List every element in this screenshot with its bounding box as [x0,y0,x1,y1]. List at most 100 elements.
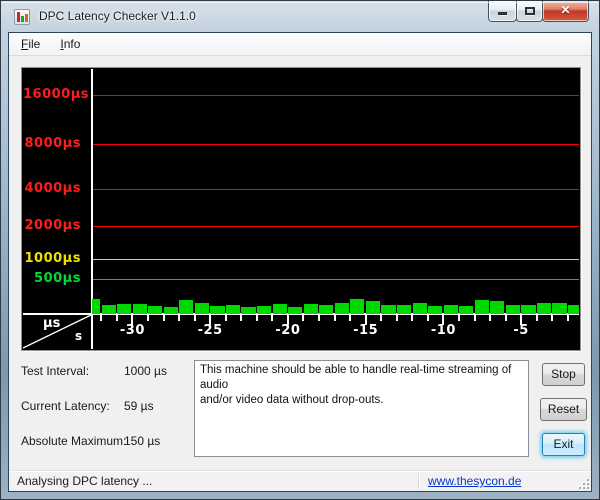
latency-bar [226,305,240,314]
latency-bar [195,303,209,314]
stop-button[interactable]: Stop [542,363,585,386]
x-minor-tick [225,315,227,321]
menu-bar: FileInfo [9,33,591,56]
latency-bar [506,305,520,314]
x-minor-tick [194,315,196,321]
stat-label-1: Current Latency: [21,399,110,413]
x-tick-label: -20 [268,323,308,338]
x-minor-tick [505,315,507,321]
x-minor-tick [147,315,149,321]
threshold-line-2000 [92,226,579,227]
x-minor-tick [489,315,491,321]
latency-bar [241,307,255,314]
latency-bar [537,303,551,314]
latency-bar [164,307,178,314]
window-frame: DPC Latency Checker V1.1.0 ✕ FileInfo 16… [0,0,600,500]
latency-bar [475,300,489,314]
latency-bar [568,305,579,314]
threshold-line-4000 [92,189,579,190]
latency-bar [381,305,395,314]
threshold-label-8000: 8000µs [23,136,81,151]
x-minor-tick [334,315,336,321]
close-icon: ✕ [543,3,588,17]
menu-item-file[interactable]: File [13,33,48,55]
latency-bar [92,299,100,314]
latency-bar [319,305,333,314]
minimize-icon [498,12,507,15]
x-minor-tick [380,315,382,321]
latency-bar [133,304,147,314]
threshold-line-1000 [92,259,579,260]
menu-item-info[interactable]: Info [52,33,88,55]
status-separator [418,473,419,489]
analysis-info-box[interactable]: This machine should be able to handle re… [194,360,529,457]
info-text-line: and/or video data without drop-outs. [200,393,523,408]
x-minor-tick [240,315,242,321]
latency-bar [397,305,411,314]
latency-bar [179,300,193,314]
threshold-label-16000: 16000µs [23,87,81,102]
x-minor-tick [163,315,165,321]
title-bar[interactable]: DPC Latency Checker V1.1.0 ✕ [1,1,599,32]
threshold-line-8000 [92,144,579,145]
app-icon [14,9,30,25]
x-minor-tick [396,315,398,321]
exit-button[interactable]: Exit [542,433,585,456]
latency-bar [490,301,504,314]
x-minor-tick [318,315,320,321]
status-bar: Analysing DPC latency ... www.thesycon.d… [9,470,591,491]
stat-value-2: 150 µs [124,434,160,448]
stat-label-0: Test Interval: [21,364,89,378]
latency-bar [459,306,473,314]
latency-bar [350,299,364,314]
x-minor-tick [536,315,538,321]
latency-bar [273,304,287,314]
latency-bar [257,306,271,314]
thesycon-link[interactable]: www.thesycon.de [428,474,521,488]
latency-bar [413,303,427,314]
reset-button[interactable]: Reset [540,398,587,421]
latency-bar [102,305,116,314]
latency-plot: 16000µs8000µs4000µs2000µs1000µs500µs-30-… [23,69,579,349]
latency-chart: 16000µs8000µs4000µs2000µs1000µs500µs-30-… [21,67,581,351]
maximize-icon [525,7,535,15]
x-tick-label: -30 [112,323,152,338]
x-minor-tick [474,315,476,321]
latency-bar [521,305,535,314]
x-tick-label: -25 [190,323,230,338]
latency-bar [552,303,566,314]
x-minor-tick [178,315,180,321]
stat-label-2: Absolute Maximum: [21,434,126,448]
client-area: FileInfo 16000µs 8000µs 4000µs 2000µs 1000µs… [8,32,592,492]
x-minor-tick [411,315,413,321]
threshold-label-4000: 4000µs [23,181,81,196]
resize-grip[interactable] [577,477,589,489]
x-minor-tick [551,315,553,321]
info-text-line: This machine should be able to handle re… [200,363,523,393]
latency-bar [210,306,224,314]
x-minor-tick [271,315,273,321]
latency-bar [288,307,302,314]
latency-bar [304,304,318,314]
status-text: Analysing DPC latency ... [17,474,152,488]
x-minor-tick [349,315,351,321]
minimize-button[interactable] [488,1,517,22]
latency-bar [428,306,442,314]
threshold-label-1000: 1000µs [23,251,81,266]
close-button[interactable]: ✕ [542,1,589,22]
stat-value-1: 59 µs [124,399,154,413]
threshold-label-2000: 2000µs [23,218,81,233]
threshold-line-500 [92,279,579,280]
x-unit-label: s [75,329,82,343]
maximize-button[interactable] [516,1,543,22]
x-tick-label: -10 [423,323,463,338]
x-tick-label: -5 [501,323,541,338]
x-minor-tick [256,315,258,321]
x-tick-label: -15 [346,323,386,338]
latency-bar [148,306,162,314]
latency-bar [335,303,349,314]
app-icon-bar-green [21,16,24,22]
threshold-line-16000 [92,95,579,96]
x-minor-tick [567,315,569,321]
latency-bar [117,304,131,314]
